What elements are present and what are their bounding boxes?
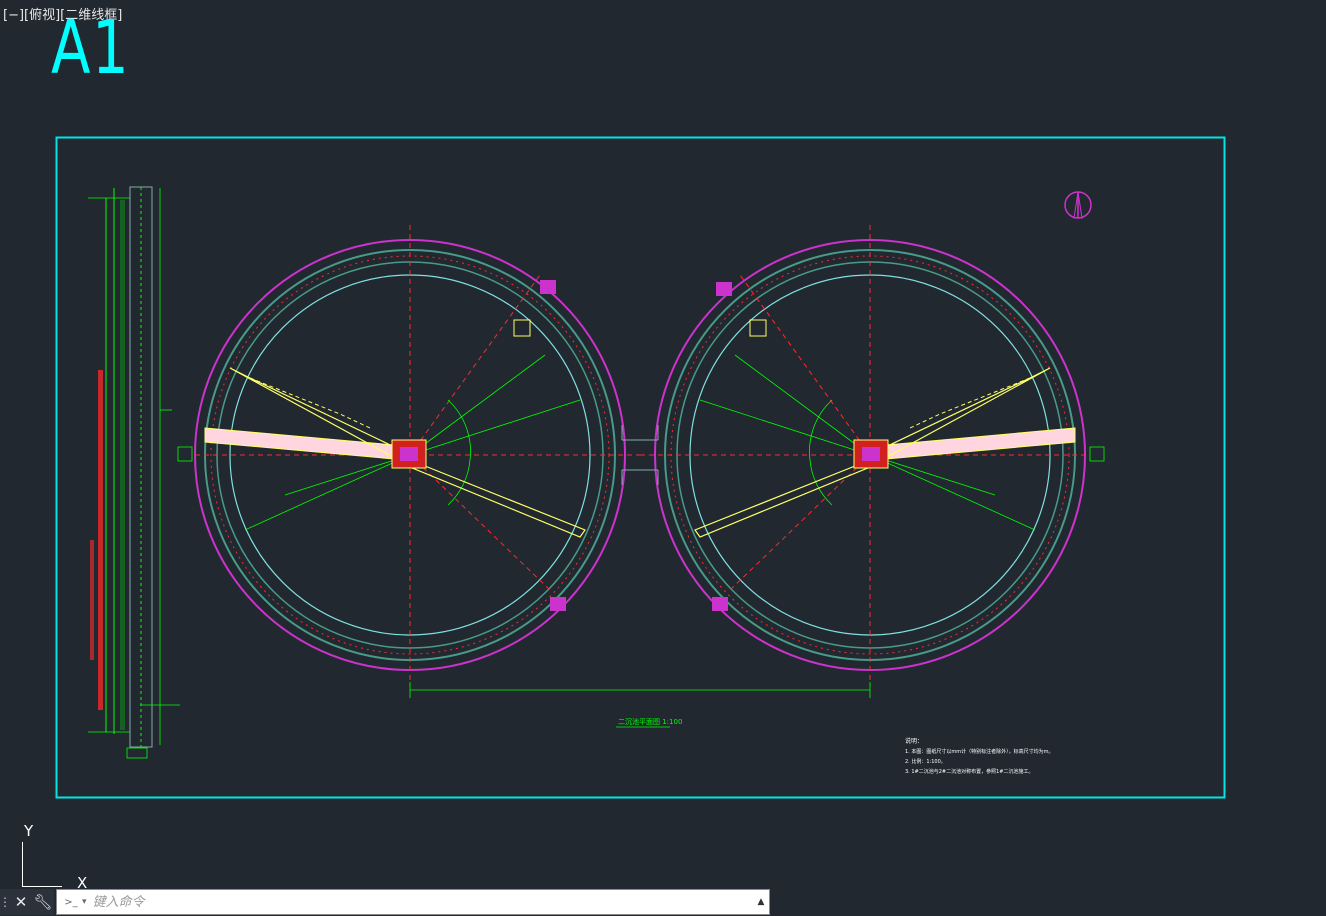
ucs-y-label: Y bbox=[24, 822, 34, 840]
notes-line-2: 2. 比例：1:100。 bbox=[905, 758, 946, 765]
notes-heading: 说明： bbox=[905, 737, 923, 745]
overall-dimension bbox=[409, 682, 871, 698]
command-input[interactable] bbox=[92, 894, 753, 910]
prompt-icon[interactable]: >_ bbox=[60, 894, 82, 910]
close-icon[interactable]: ✕ bbox=[10, 889, 32, 915]
command-input-field[interactable]: >_ ▾ ▲ bbox=[56, 889, 770, 915]
notes-line-1: 1. 本图：图纸尺寸以mm计（特别标注者除外），标高尺寸均为m。 bbox=[905, 748, 1053, 755]
ucs-x-axis bbox=[22, 886, 62, 887]
section-strip bbox=[88, 186, 180, 759]
north-arrow bbox=[1064, 191, 1092, 219]
drawing-canvas[interactable]: 二沉池平面图 1:100 说明： 1. 本图：图纸尺寸以mm计（特别标注者除外）… bbox=[0, 0, 1326, 916]
notes-line-3: 3. 1#二沉池与2#二沉池对称布置，参照1#二沉池施工。 bbox=[905, 768, 1033, 775]
ucs-y-axis bbox=[22, 842, 23, 886]
chevron-down-icon[interactable]: ▾ bbox=[82, 897, 87, 907]
wrench-icon[interactable]: 🔧︎ bbox=[32, 889, 54, 915]
grip-icon[interactable]: ⋮ bbox=[0, 889, 11, 915]
scroll-up-icon[interactable]: ▲ bbox=[753, 891, 769, 913]
drawing-title: 二沉池平面图 1:100 bbox=[618, 717, 682, 726]
clarifier-tank-right bbox=[640, 225, 1105, 685]
drawing-notes: 说明： 1. 本图：图纸尺寸以mm计（特别标注者除外），标高尺寸均为m。 2. … bbox=[905, 737, 1053, 775]
clarifier-tank-left bbox=[177, 225, 640, 685]
command-line-bar: ⋮ ✕ 🔧︎ >_ ▾ ▲ bbox=[0, 889, 770, 915]
